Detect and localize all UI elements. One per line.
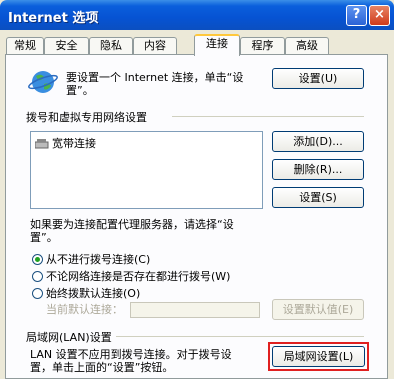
tab-content[interactable]: 内容 (133, 37, 177, 55)
setup-button[interactable]: 设置(U) (272, 68, 364, 89)
help-button[interactable]: ? (346, 5, 367, 26)
current-default-field (130, 302, 260, 318)
globe-icon (28, 71, 58, 93)
proxy-hint-line2: 置”。 (30, 231, 58, 244)
proxy-hint-line1: 如果要为连接配置代理服务器，请选择“设 (30, 218, 234, 231)
tab-connections[interactable]: 连接 (194, 34, 240, 56)
tab-security[interactable]: 安全 (44, 37, 89, 55)
dialup-group-label: 拨号和虚拟专用网络设置 (26, 111, 147, 124)
add-button[interactable]: 添加(D)... (272, 131, 364, 152)
title-bar: Internet 选项 ? × (0, 0, 394, 30)
window-title: Internet 选项 (8, 11, 99, 26)
setup-text-line2: 置”。 (66, 84, 94, 97)
connection-listbox[interactable]: 宽带连接 (30, 131, 263, 209)
tab-general[interactable]: 常规 (6, 37, 44, 55)
tab-advanced[interactable]: 高级 (285, 37, 329, 55)
radio-always-dial[interactable]: 始终拨默认连接(O) (32, 285, 140, 301)
dialup-separator (172, 116, 364, 117)
modem-icon (35, 139, 49, 149)
settings-button[interactable]: 设置(S) (272, 187, 364, 208)
radio-button[interactable] (32, 254, 43, 265)
close-button[interactable]: × (369, 5, 390, 26)
radio-button[interactable] (32, 288, 43, 299)
lan-group-label: 局域网(LAN)设置 (26, 331, 112, 344)
radio-dial-whenever[interactable]: 不论网络连接是否存在都进行拨号(W) (32, 268, 230, 284)
connection-name: 宽带连接 (52, 137, 96, 150)
remove-button[interactable]: 删除(R)... (272, 159, 364, 180)
list-item[interactable]: 宽带连接 (35, 135, 96, 151)
setup-text-line1: 要设置一个 Internet 连接，单击“设 (66, 71, 244, 84)
current-default-label: 当前默认连接： (46, 303, 123, 316)
lan-settings-button[interactable]: 局域网设置(L) (272, 346, 365, 367)
radio-button[interactable] (32, 271, 43, 282)
set-default-button: 设置默认值(E) (272, 299, 364, 320)
lan-text-line1: LAN 设置不应用到拨号连接。对于拨号设 (30, 348, 232, 361)
tab-privacy[interactable]: 隐私 (89, 37, 133, 55)
radio-never-dial[interactable]: 从不进行拨号连接(C) (32, 251, 150, 267)
lan-separator (116, 336, 364, 337)
tab-programs[interactable]: 程序 (240, 37, 285, 55)
lan-text-line2: 置，单击上面的“设置”按钮。 (30, 361, 174, 374)
